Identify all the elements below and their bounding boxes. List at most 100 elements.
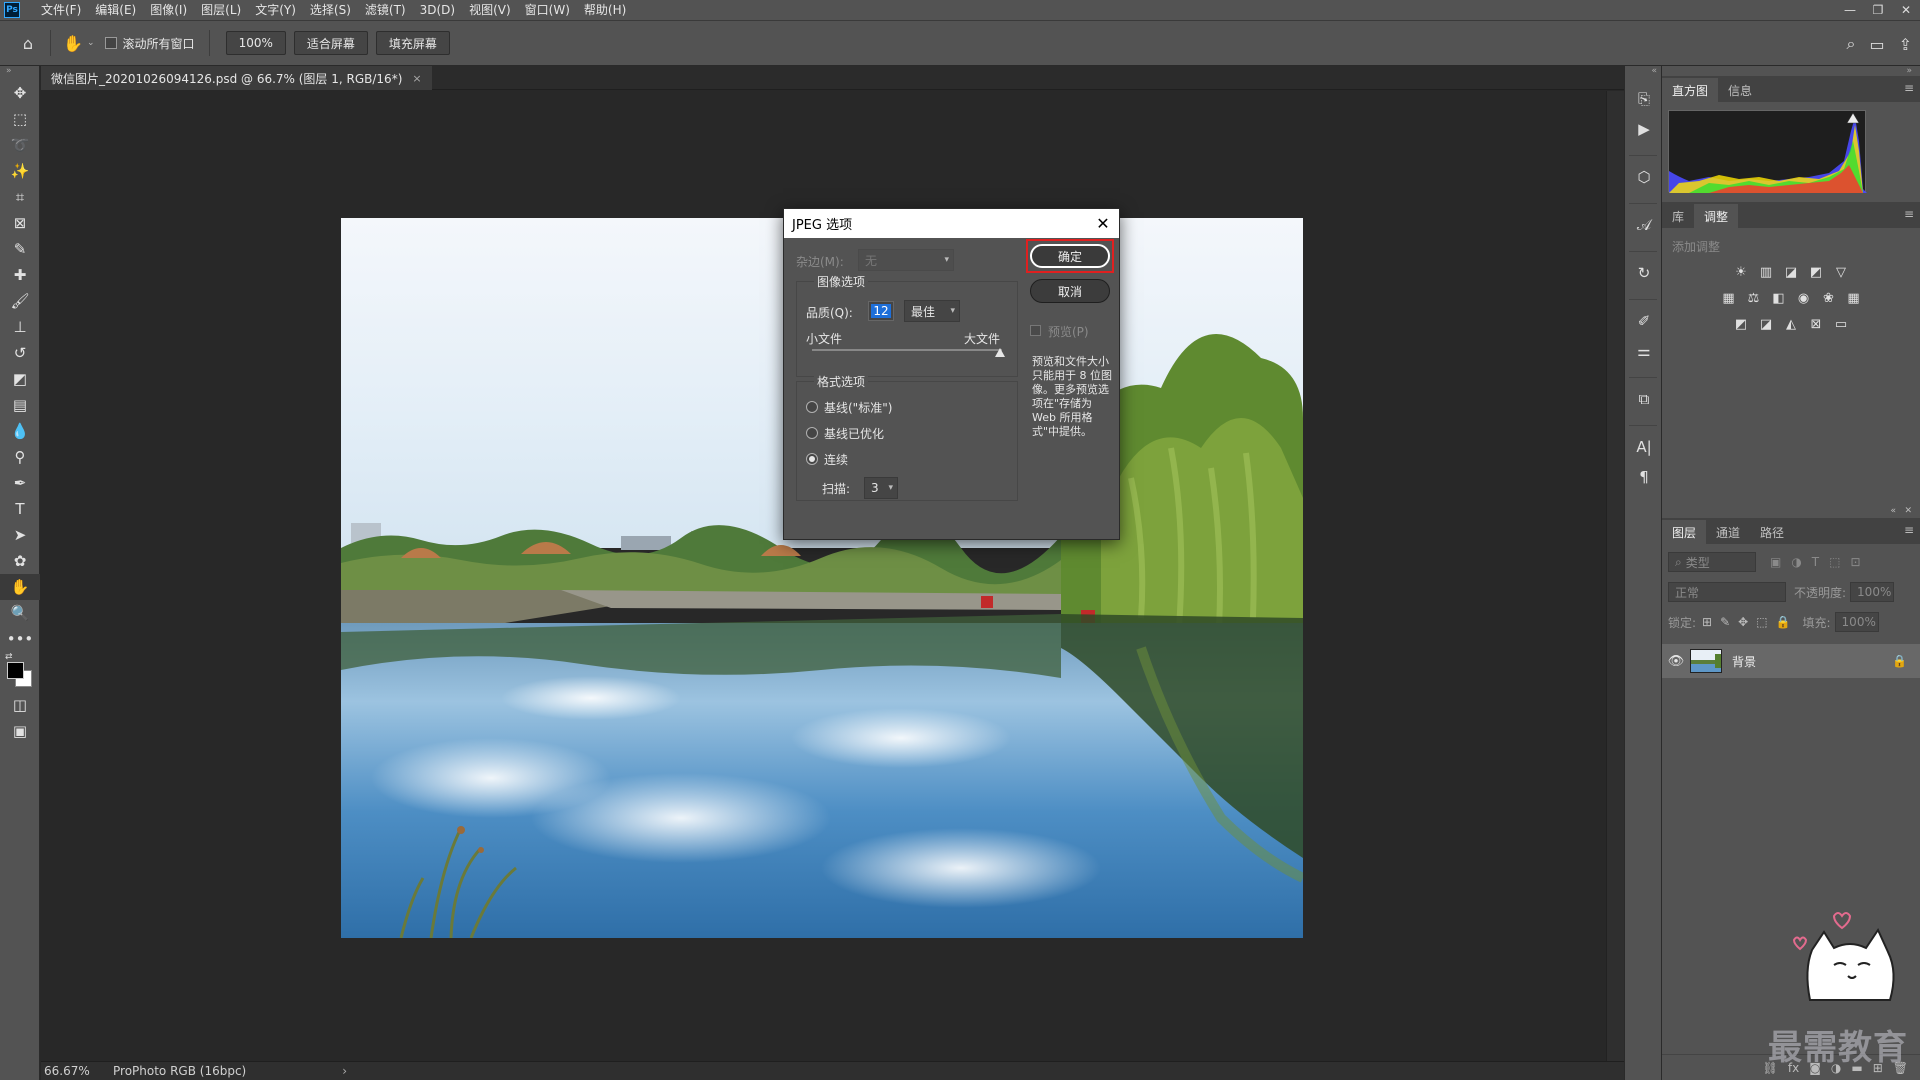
quality-slider-track[interactable] [812, 349, 1002, 351]
fill-field[interactable]: 100% [1834, 612, 1879, 632]
tab-histogram[interactable]: 直方图 [1662, 78, 1719, 102]
posterize-icon[interactable]: ◪ [1757, 315, 1775, 333]
panel-menu-icon[interactable]: ≡ [1904, 207, 1914, 221]
workspace-icon[interactable]: ▭ [1869, 35, 1884, 54]
vertical-scrollbar[interactable] [1606, 91, 1624, 1061]
menu-window[interactable]: 窗口(W) [518, 0, 577, 20]
share-icon[interactable]: ⇪ [1899, 35, 1912, 54]
foreground-color[interactable] [7, 662, 24, 679]
menu-help[interactable]: 帮助(H) [577, 0, 633, 20]
cancel-button[interactable]: 取消 [1030, 279, 1110, 303]
menu-type[interactable]: 文字(Y) [248, 0, 303, 20]
gradient-tool-icon[interactable]: ▤ [0, 392, 40, 418]
scroll-all-windows-checkbox[interactable] [104, 37, 117, 49]
type-tool-icon[interactable]: T [0, 496, 40, 522]
brush-tool-icon[interactable]: 🖌 [0, 288, 40, 314]
menu-select[interactable]: 选择(S) [303, 0, 358, 20]
status-menu-arrow[interactable]: › [342, 1064, 347, 1078]
layer-row-background[interactable]: 👁 背景 🔒 [1662, 644, 1920, 678]
quality-slider-thumb[interactable] [995, 348, 1005, 357]
expand-panels-icon[interactable]: » [1662, 66, 1920, 76]
hue-saturation-icon[interactable]: ▦ [1720, 289, 1738, 307]
color-lookup-icon[interactable]: ▦ [1845, 289, 1863, 307]
menu-3d[interactable]: 3D(D) [413, 0, 462, 20]
opacity-field[interactable]: 100% [1850, 582, 1895, 602]
threshold-icon[interactable]: ◭ [1782, 315, 1800, 333]
more-tools-icon[interactable]: ••• [0, 626, 40, 652]
close-icon[interactable]: ✕ [1093, 213, 1113, 233]
visibility-eye-icon[interactable]: 👁 [1662, 654, 1690, 669]
levels-icon[interactable]: ▥ [1757, 263, 1775, 281]
quality-preset-select[interactable]: 最佳 ▾ [904, 300, 960, 322]
curves-icon[interactable]: ◪ [1782, 263, 1800, 281]
lasso-tool-icon[interactable]: ➰ [0, 132, 40, 158]
magic-wand-tool-icon[interactable]: ✨ [0, 158, 40, 184]
matte-select[interactable]: 无 ▾ [858, 249, 954, 271]
layer-filter-icons[interactable]: ▣◑T⬚⊡ [1770, 555, 1871, 569]
tab-paths[interactable]: 路径 [1750, 520, 1794, 544]
lock-icon[interactable]: 🔒 [1892, 654, 1920, 668]
black-white-icon[interactable]: ◧ [1770, 289, 1788, 307]
fill-screen-button[interactable]: 填充屏幕 [375, 31, 450, 55]
blend-mode-select[interactable]: 正常 [1668, 582, 1786, 602]
hand-tool-icon[interactable]: ✋ [0, 574, 40, 600]
tab-channels[interactable]: 通道 [1706, 520, 1750, 544]
selective-color-icon[interactable]: ⊠ [1807, 315, 1825, 333]
healing-brush-tool-icon[interactable]: ✚ [0, 262, 40, 288]
color-swatches[interactable]: ⇄ [0, 652, 40, 692]
color-balance-icon[interactable]: ⚖ [1745, 289, 1763, 307]
path-selection-tool-icon[interactable]: ➤ [0, 522, 40, 548]
panel-menu-icon[interactable]: ≡ [1904, 523, 1914, 537]
zoom-level[interactable]: 66.67% [44, 1064, 110, 1078]
character-panel-icon[interactable]: A| [1625, 432, 1663, 462]
collapse-icon[interactable]: « [1890, 506, 1896, 516]
menu-layer[interactable]: 图层(L) [194, 0, 248, 20]
channel-mixer-icon[interactable]: ❀ [1820, 289, 1838, 307]
clone-source-icon[interactable]: ⧉ [1625, 384, 1663, 414]
document-tab[interactable]: 微信图片_20201026094126.psd @ 66.7% (图层 1, R… [41, 66, 432, 90]
eraser-tool-icon[interactable]: ◩ [0, 366, 40, 392]
baseline-standard-label[interactable]: 基线("标准") [824, 399, 892, 416]
brushes-panel-icon[interactable]: ✐ [1625, 306, 1663, 336]
close-icon[interactable]: ✕ [1904, 506, 1912, 516]
crop-tool-icon[interactable]: ⌗ [0, 184, 40, 210]
dodge-tool-icon[interactable]: ⚲ [0, 444, 40, 470]
lock-icons[interactable]: ⊞✎✥⬚🔒 [1702, 615, 1798, 629]
tab-info[interactable]: 信息 [1718, 78, 1762, 102]
menu-filter[interactable]: 滤镜(T) [358, 0, 413, 20]
close-window-button[interactable]: ✕ [1892, 0, 1920, 20]
tab-layers[interactable]: 图层 [1662, 520, 1707, 544]
clone-stamp-tool-icon[interactable]: ⊥ [0, 314, 40, 340]
menu-file[interactable]: 文件(F) [34, 0, 88, 20]
fit-screen-button[interactable]: 适合屏幕 [293, 31, 368, 55]
eyedropper-tool-icon[interactable]: ✎ [0, 236, 40, 262]
photo-filter-icon[interactable]: ◉ [1795, 289, 1813, 307]
tab-libraries[interactable]: 库 [1662, 204, 1694, 228]
gradient-map-icon[interactable]: ▭ [1832, 315, 1850, 333]
baseline-optimized-label[interactable]: 基线已优化 [824, 425, 884, 442]
home-icon[interactable]: ⌂ [14, 34, 42, 53]
swap-colors-icon[interactable]: ⇄ [5, 652, 13, 662]
shape-tool-icon[interactable]: ✿ [0, 548, 40, 574]
brush-settings-icon[interactable]: ⚌ [1625, 336, 1663, 366]
ok-button[interactable]: 确定 [1030, 244, 1110, 268]
preview-checkbox[interactable] [1030, 325, 1041, 336]
move-tool-icon[interactable]: ✥ [0, 80, 40, 106]
search-icon[interactable]: ⌕ [1847, 34, 1856, 54]
pen-tool-icon[interactable]: ✒ [0, 470, 40, 496]
minimize-button[interactable]: — [1836, 0, 1864, 20]
learn-panel-icon[interactable]: ↻ [1625, 258, 1663, 288]
collapse-toolbar-icon[interactable]: » [0, 66, 39, 80]
preview-label[interactable]: 预览(P) [1048, 323, 1089, 340]
panel-menu-icon[interactable]: ≡ [1904, 81, 1914, 95]
brightness-contrast-icon[interactable]: ☀ [1732, 263, 1750, 281]
menu-view[interactable]: 视图(V) [462, 0, 518, 20]
restore-button[interactable]: ❐ [1864, 0, 1892, 20]
quality-input[interactable]: 12 [868, 301, 894, 321]
close-icon[interactable]: × [412, 72, 421, 85]
quick-mask-icon[interactable]: ◫ [0, 692, 40, 718]
chevron-down-icon[interactable]: ⌄ [87, 38, 95, 48]
collapse-dock-icon[interactable]: « [1625, 66, 1661, 84]
radio-baseline-optimized[interactable] [806, 427, 818, 439]
tab-adjustments[interactable]: 调整 [1694, 204, 1739, 228]
